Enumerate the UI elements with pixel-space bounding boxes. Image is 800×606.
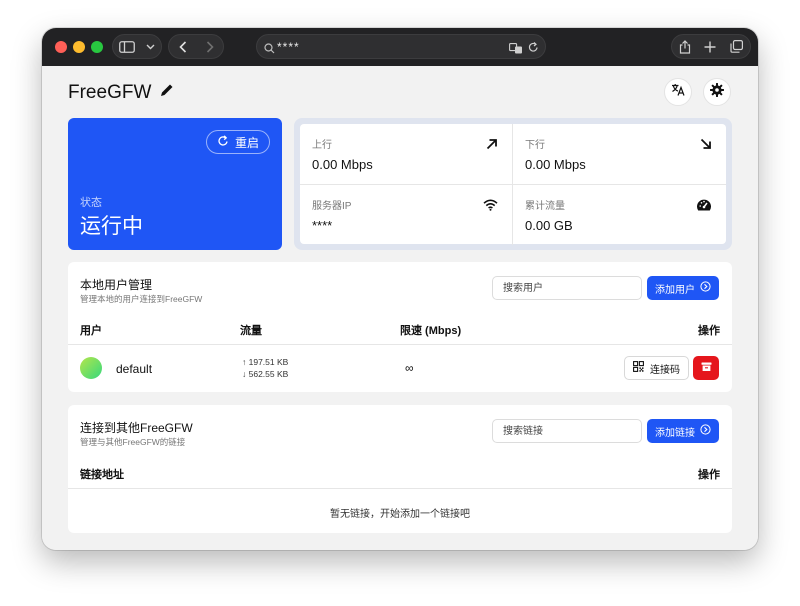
column-header: 操作 [698,325,720,337]
column-header: 用户 [80,325,102,337]
stat-upload: 上行 0.00 Mbps [300,124,513,185]
sidebar-icon[interactable] [118,40,135,53]
stat-value: 0.00 Mbps [312,157,373,172]
stat-label: 下行 [525,140,545,151]
url-text: **** [277,40,300,54]
arrow-right-circle-icon [700,424,711,438]
status-value: 运行中 [80,215,143,238]
user-name: default [116,362,153,376]
stat-total-traffic: 累计流量 0.00 GB [513,185,726,245]
speed-limit: ∞ [405,361,414,375]
search-links-input[interactable] [492,419,642,443]
arrow-up-right-icon [486,137,498,155]
reload-icon[interactable] [528,40,539,58]
stat-server-ip: 服务器IP **** [300,185,513,245]
column-header: 限速 (Mbps) [400,325,462,337]
stat-value: **** [312,218,333,233]
column-header: 操作 [698,469,720,481]
share-icon[interactable] [679,39,691,54]
wifi-icon [483,198,498,216]
stat-value: 0.00 Mbps [525,157,586,172]
connection-code-label: 连接码 [650,364,680,376]
translate-page-icon[interactable] [509,41,523,59]
settings-button[interactable] [703,78,731,106]
stat-label: 上行 [312,140,332,151]
trash-icon [701,359,712,377]
address-bar[interactable]: **** [256,34,546,59]
users-table-header: 用户 流量 限速 (Mbps) 操作 [80,322,720,338]
gear-icon [710,82,724,102]
search-users-input[interactable] [492,276,642,300]
chevron-down-icon[interactable] [146,44,155,50]
remote-links-card: 连接到其他FreeGFW 管理与其他FreeGFW的链接 添加链接 链接地址 操… [68,405,732,533]
search-icon [264,41,275,59]
tab-overview-icon[interactable] [730,40,744,53]
stat-download: 下行 0.00 Mbps [513,124,726,185]
add-link-label: 添加链接 [655,427,695,439]
section-subtitle: 管理本地的用户连接到FreeGFW [80,294,203,304]
status-label: 状态 [80,197,102,209]
page-content: FreeGFW 重启 状态 运行中 上行 0.00 Mbps 下行 0.00 M… [42,66,758,550]
restart-label: 重启 [234,135,259,150]
section-subtitle: 管理与其他FreeGFW的链接 [80,437,186,447]
column-header: 流量 [240,325,262,337]
close-window-button[interactable] [55,41,67,53]
empty-state-text: 暂无链接，开始添加一个链接吧 [330,509,470,520]
forward-icon[interactable] [206,40,214,53]
stat-value: 0.00 GB [525,218,573,233]
page-title: FreeGFW [68,82,152,103]
maximize-window-button[interactable] [91,41,103,53]
browser-window: **** FreeGFW 重启 状态 运行中 上行 0.00 Mbps 下行 0… [42,28,758,550]
links-table-header: 链接地址 操作 [80,466,720,482]
translate-icon [671,83,685,101]
add-user-button[interactable]: 添加用户 [647,276,719,300]
traffic-cell: ↑ 197.51 KB ↓ 562.55 KB [242,356,288,380]
window-actions-group [671,34,751,59]
minimize-window-button[interactable] [73,41,85,53]
status-card: 重启 状态 运行中 [68,118,282,250]
browser-titlebar: **** [42,28,758,66]
arrow-down-right-icon [700,137,712,155]
gauge-icon [696,198,712,217]
table-divider [68,488,732,489]
new-tab-icon[interactable] [704,41,716,53]
restart-button[interactable]: 重启 [205,130,270,154]
qr-code-icon [633,361,644,375]
app-title: FreeGFW [68,82,175,104]
history-nav-group [168,34,224,59]
connection-code-button[interactable]: 连接码 [624,356,689,380]
add-link-button[interactable]: 添加链接 [647,419,719,443]
avatar [80,357,102,379]
section-title: 本地用户管理 [80,278,153,292]
language-button[interactable] [664,78,692,106]
stats-panel: 上行 0.00 Mbps 下行 0.00 Mbps 服务器IP **** 累计流… [294,118,732,250]
column-header: 链接地址 [80,469,124,481]
edit-title-icon[interactable] [159,82,175,104]
download-traffic: ↓ 562.55 KB [242,369,289,379]
back-icon[interactable] [178,40,187,53]
delete-user-button[interactable] [693,356,719,380]
table-row: default ↑ 197.51 KB ↓ 562.55 KB ∞ 连接码 [68,345,732,391]
stat-label: 服务器IP [312,201,352,212]
local-users-card: 本地用户管理 管理本地的用户连接到FreeGFW 添加用户 用户 流量 限速 (… [68,262,732,392]
upload-traffic: ↑ 197.51 KB [242,357,289,367]
section-title: 连接到其他FreeGFW [80,421,193,435]
add-user-label: 添加用户 [655,284,695,296]
arrow-right-circle-icon [700,281,711,295]
refresh-icon [217,134,229,150]
stat-label: 累计流量 [525,201,565,212]
sidebar-toggle-group[interactable] [112,34,162,59]
